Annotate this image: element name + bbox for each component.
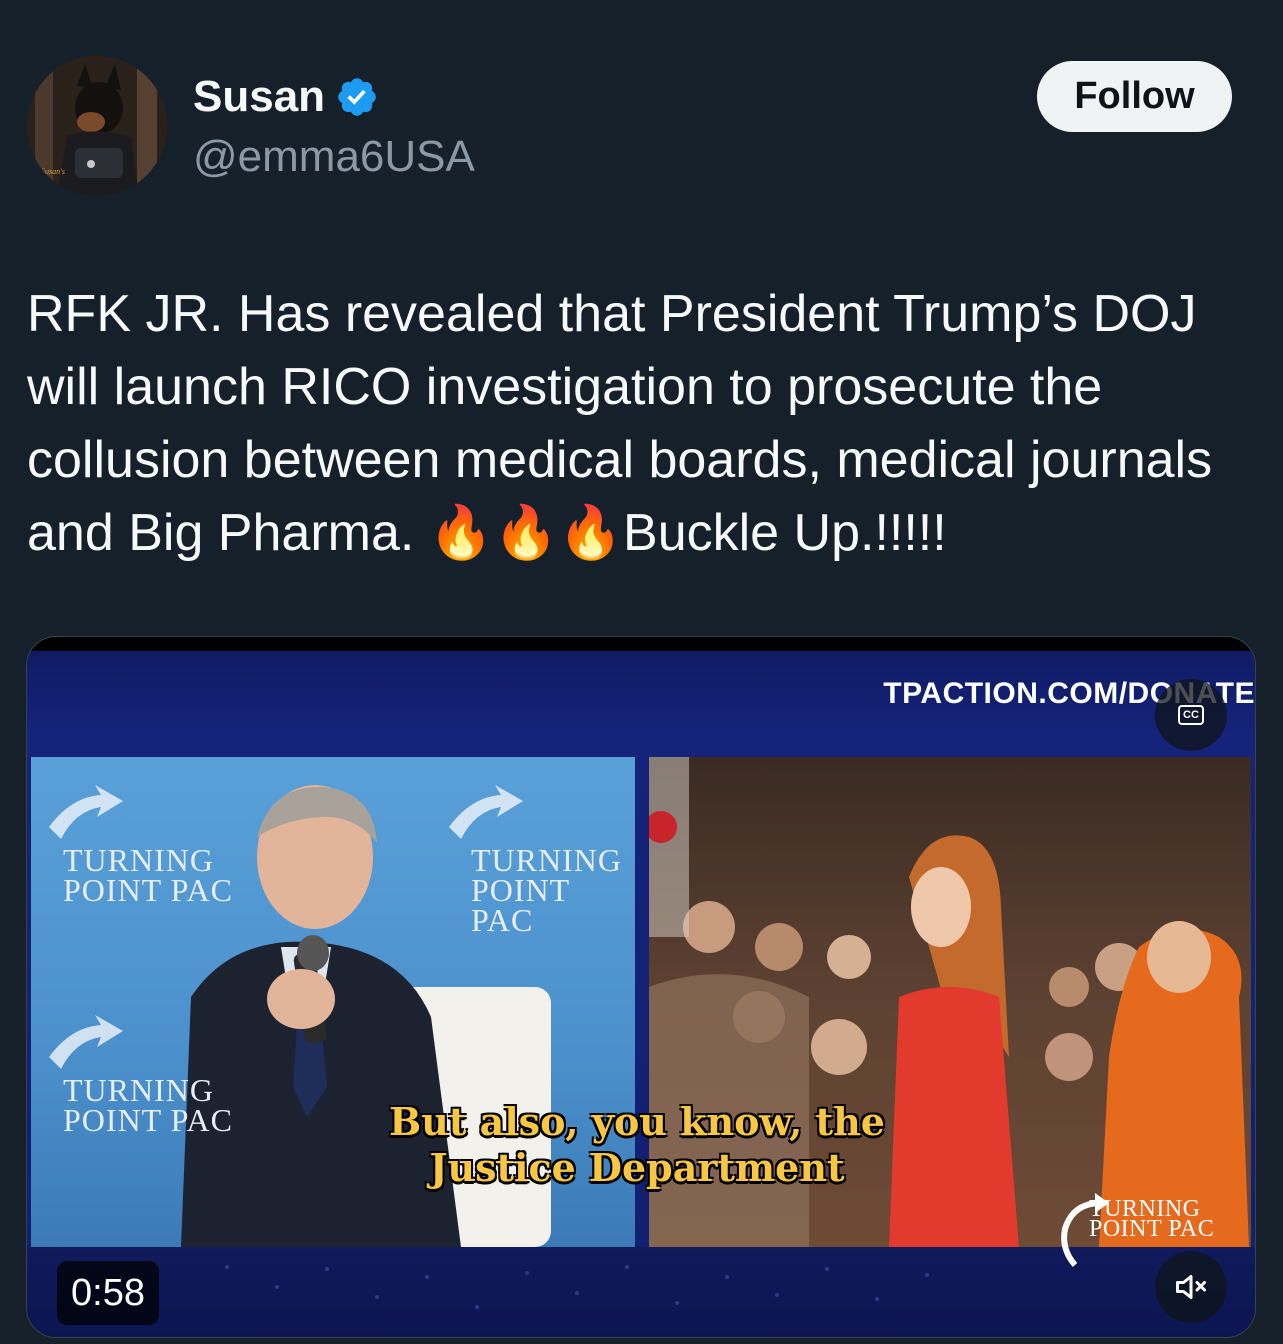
tweet-text: RFK JR. Has revealed that President Trum… <box>27 285 1227 562</box>
dog-portrait-image: Susan's <box>27 56 167 196</box>
brand-watermark: TURNING POINT PAC <box>63 842 233 908</box>
tweet-card: Susan's Susan @emma6USA Follow RFK JR. H… <box>0 0 1283 1344</box>
turning-arrow-icon <box>1061 1193 1109 1267</box>
svg-text:Susan's: Susan's <box>41 167 65 176</box>
follow-button[interactable]: Follow <box>1037 61 1232 132</box>
closed-captions-icon: CC <box>1178 705 1204 725</box>
video-player[interactable]: TPACTION.COM/DONATE TURNING POINT PAC TU… <box>26 636 1256 1338</box>
captions-toggle-button[interactable]: CC <box>1155 679 1227 751</box>
brand-watermark: TURNING POINT PAC <box>471 842 622 938</box>
author-name-row[interactable]: Susan <box>193 70 379 124</box>
speaker-muted-icon <box>1176 1275 1206 1299</box>
mute-toggle-button[interactable] <box>1155 1251 1227 1323</box>
brand-watermark: TURNING POINT PAC <box>63 1072 233 1138</box>
corner-brand-logo: TURNING POINT PAC <box>1057 1193 1214 1267</box>
video-caption: But also, you know, the Justice Departme… <box>389 1099 885 1190</box>
author-handle[interactable]: @emma6USA <box>193 130 475 184</box>
video-duration: 0:58 <box>57 1261 159 1325</box>
video-frame[interactable]: TPACTION.COM/DONATE TURNING POINT PAC TU… <box>27 651 1255 1337</box>
avatar[interactable]: Susan's <box>27 56 167 196</box>
verified-badge-icon <box>338 78 376 116</box>
author-name[interactable]: Susan <box>193 70 325 124</box>
